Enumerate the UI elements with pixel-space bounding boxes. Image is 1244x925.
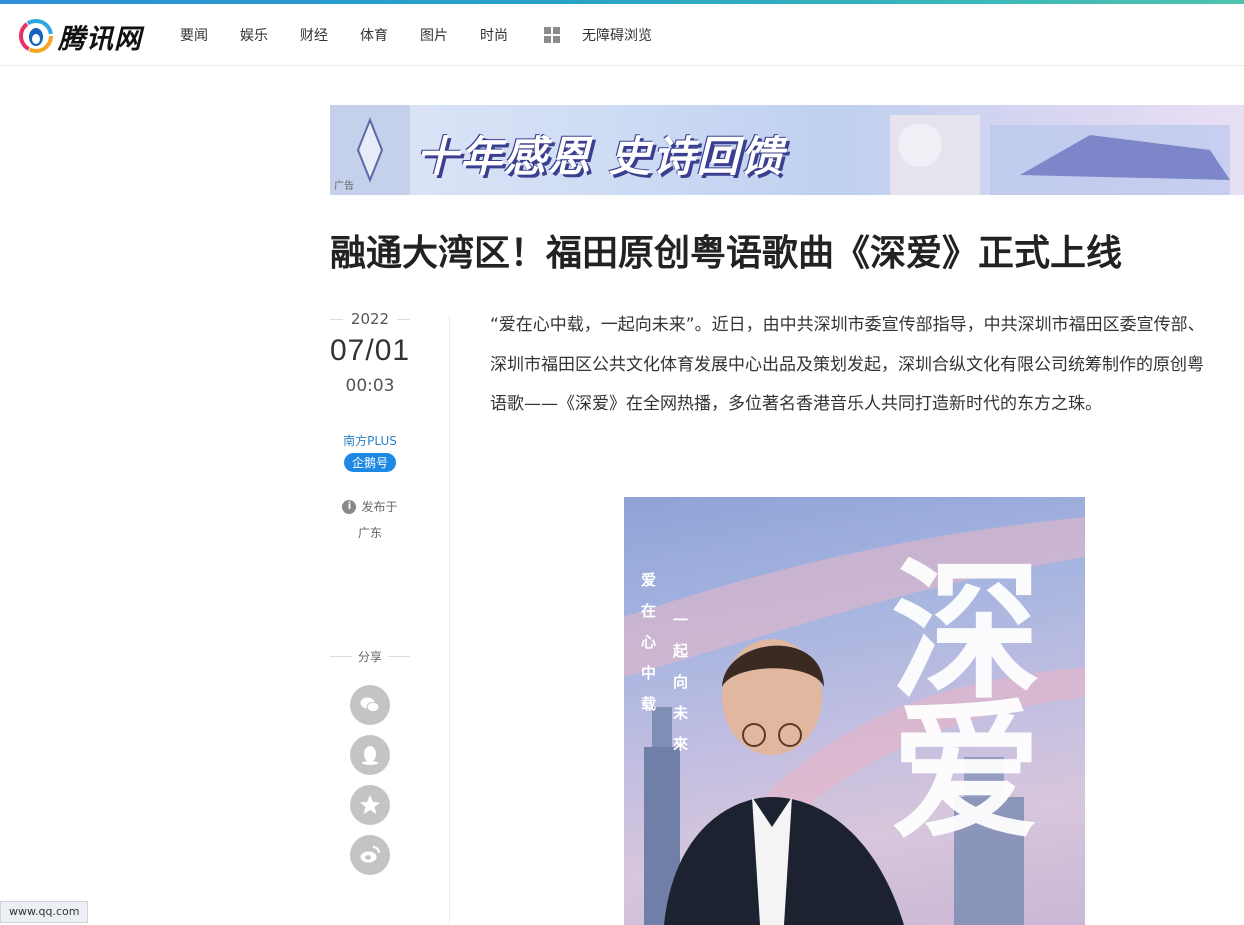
nav-item-sports[interactable]: 体育: [360, 25, 388, 45]
site-logo[interactable]: 腾讯网: [18, 16, 142, 56]
published-region: 广东: [357, 526, 382, 540]
publish-year-row: 2022: [330, 310, 410, 328]
nav-item-entertainment[interactable]: 娱乐: [240, 25, 268, 45]
browser-status-bar: www.qq.com: [0, 901, 89, 923]
site-logo-text: 腾讯网: [58, 23, 142, 55]
published-label: 发布于: [361, 500, 398, 514]
more-grid-icon[interactable]: [544, 27, 560, 43]
nav-item-pictures[interactable]: 图片: [420, 25, 448, 45]
article-title: 融通大湾区！福田原创粤语歌曲《深爱》正式上线: [330, 233, 1123, 274]
publish-date: 07/01: [330, 334, 411, 367]
share-label: 分享: [358, 650, 383, 664]
nav-item-news[interactable]: 要闻: [180, 25, 208, 45]
weibo-icon[interactable]: [350, 835, 390, 875]
source-link[interactable]: 南方PLUS: [330, 432, 410, 449]
accessible-browsing-link[interactable]: 无障碍浏览: [582, 25, 652, 45]
article-hero-image: 爱在心中载 一起向未來 深爱: [624, 497, 1085, 925]
main-nav: 要闻 娱乐 财经 体育 图片 时尚 无障碍浏览: [180, 4, 684, 66]
wechat-icon[interactable]: [350, 685, 390, 725]
publish-year: 2022: [350, 310, 390, 328]
hero-vertical-text-right: 一起向未來: [671, 612, 689, 767]
qq-penguin-logo-icon: [18, 18, 54, 54]
qq-icon[interactable]: [350, 735, 390, 775]
hero-vertical-text-left: 爱在心中载: [639, 572, 657, 727]
publish-time: 00:03: [345, 376, 395, 396]
published-location: i 发布于: [330, 498, 410, 515]
ad-banner[interactable]: 十年感恩 史诗回馈 广告: [330, 105, 1244, 195]
qzone-icon[interactable]: [350, 785, 390, 825]
source-badge[interactable]: 企鹅号: [343, 453, 396, 472]
article-body: “爱在心中载，一起向未来”。近日，由中共深圳市委宣传部指导，中共深圳市福田区委宣…: [490, 315, 1205, 414]
hero-big-title: 深爱: [865, 552, 1042, 832]
nav-item-fashion[interactable]: 时尚: [480, 25, 508, 45]
ad-label: 广告: [334, 181, 354, 192]
info-icon: i: [342, 499, 357, 514]
banner-headline: 十年感恩 史诗回馈: [416, 132, 785, 181]
share-header: 分享: [330, 648, 411, 665]
article-meta-sidebar: 2022 07/01 00:03 南方PLUS 企鹅号 i 发布于 广东: [330, 310, 410, 541]
top-navbar: 腾讯网 要闻 娱乐 财经 体育 图片 时尚 无障碍浏览: [0, 4, 1244, 66]
nav-item-finance[interactable]: 财经: [300, 25, 328, 45]
content-divider: [449, 315, 450, 925]
